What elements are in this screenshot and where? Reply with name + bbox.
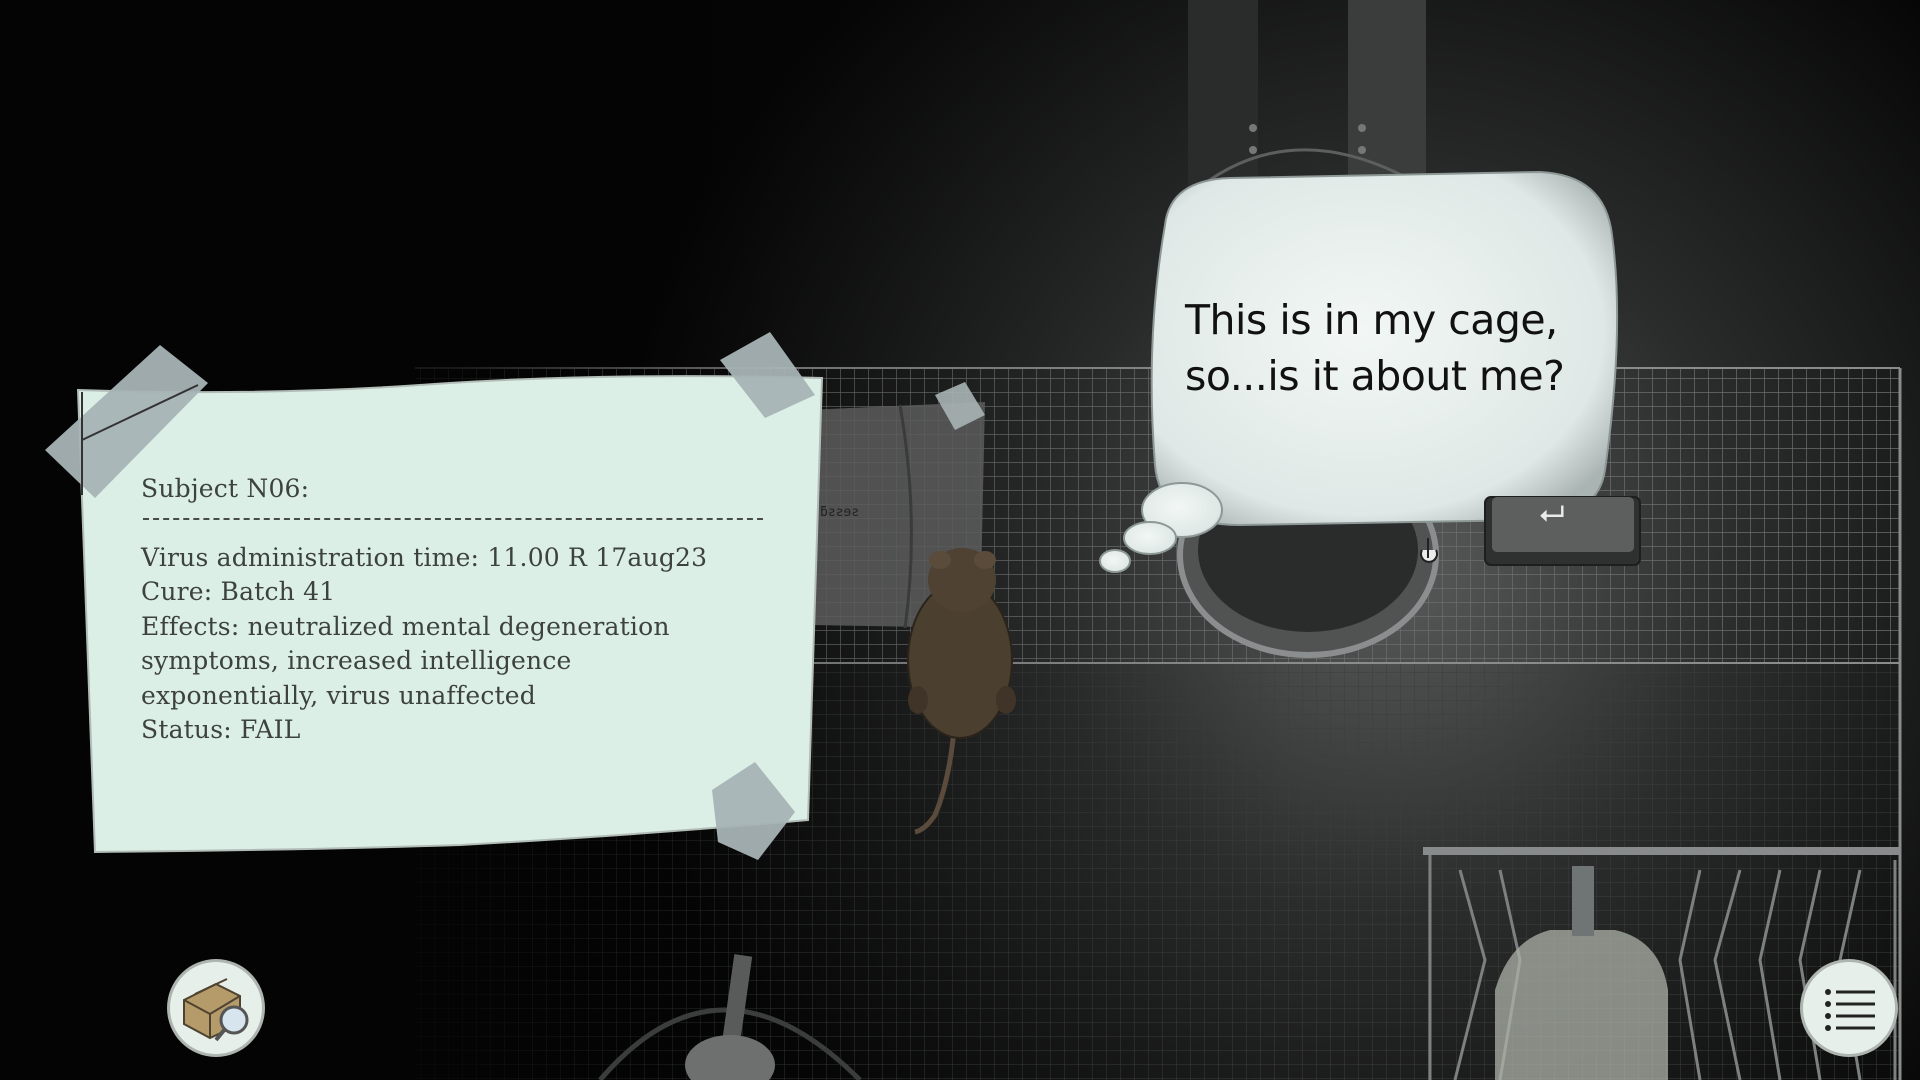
thought-line-2: so...is it about me?	[1185, 352, 1565, 400]
svg-text:ƃƨƨɘƨ: ƃƨƨɘƨ	[820, 505, 859, 520]
menu-button[interactable]	[1803, 962, 1895, 1054]
list-icon	[1825, 989, 1875, 1031]
enter-arrow-icon: ⮠	[1539, 494, 1565, 532]
note-line: Status: FAIL	[141, 715, 301, 744]
note-line: Effects: neutralized mental degeneration	[141, 611, 670, 641]
thought-line-1: This is in my cage,	[1185, 296, 1558, 344]
note-line: symptoms, increased intelligence	[141, 646, 572, 675]
thought-text: This is in my cage, so...is it about me?	[1185, 292, 1605, 404]
note-heading: Subject N06:	[141, 474, 310, 503]
inventory-button[interactable]	[170, 962, 262, 1054]
note-line: Virus administration time: 11.00 R 17aug…	[141, 542, 708, 572]
note-text-block: Subject N06: Virus administration time: …	[141, 472, 781, 748]
note-line: Cure: Batch 41	[141, 577, 336, 606]
box-magnifier-icon	[183, 978, 249, 1042]
note-line: exponentially, virus unaffected	[141, 680, 536, 710]
note-divider	[143, 517, 763, 520]
